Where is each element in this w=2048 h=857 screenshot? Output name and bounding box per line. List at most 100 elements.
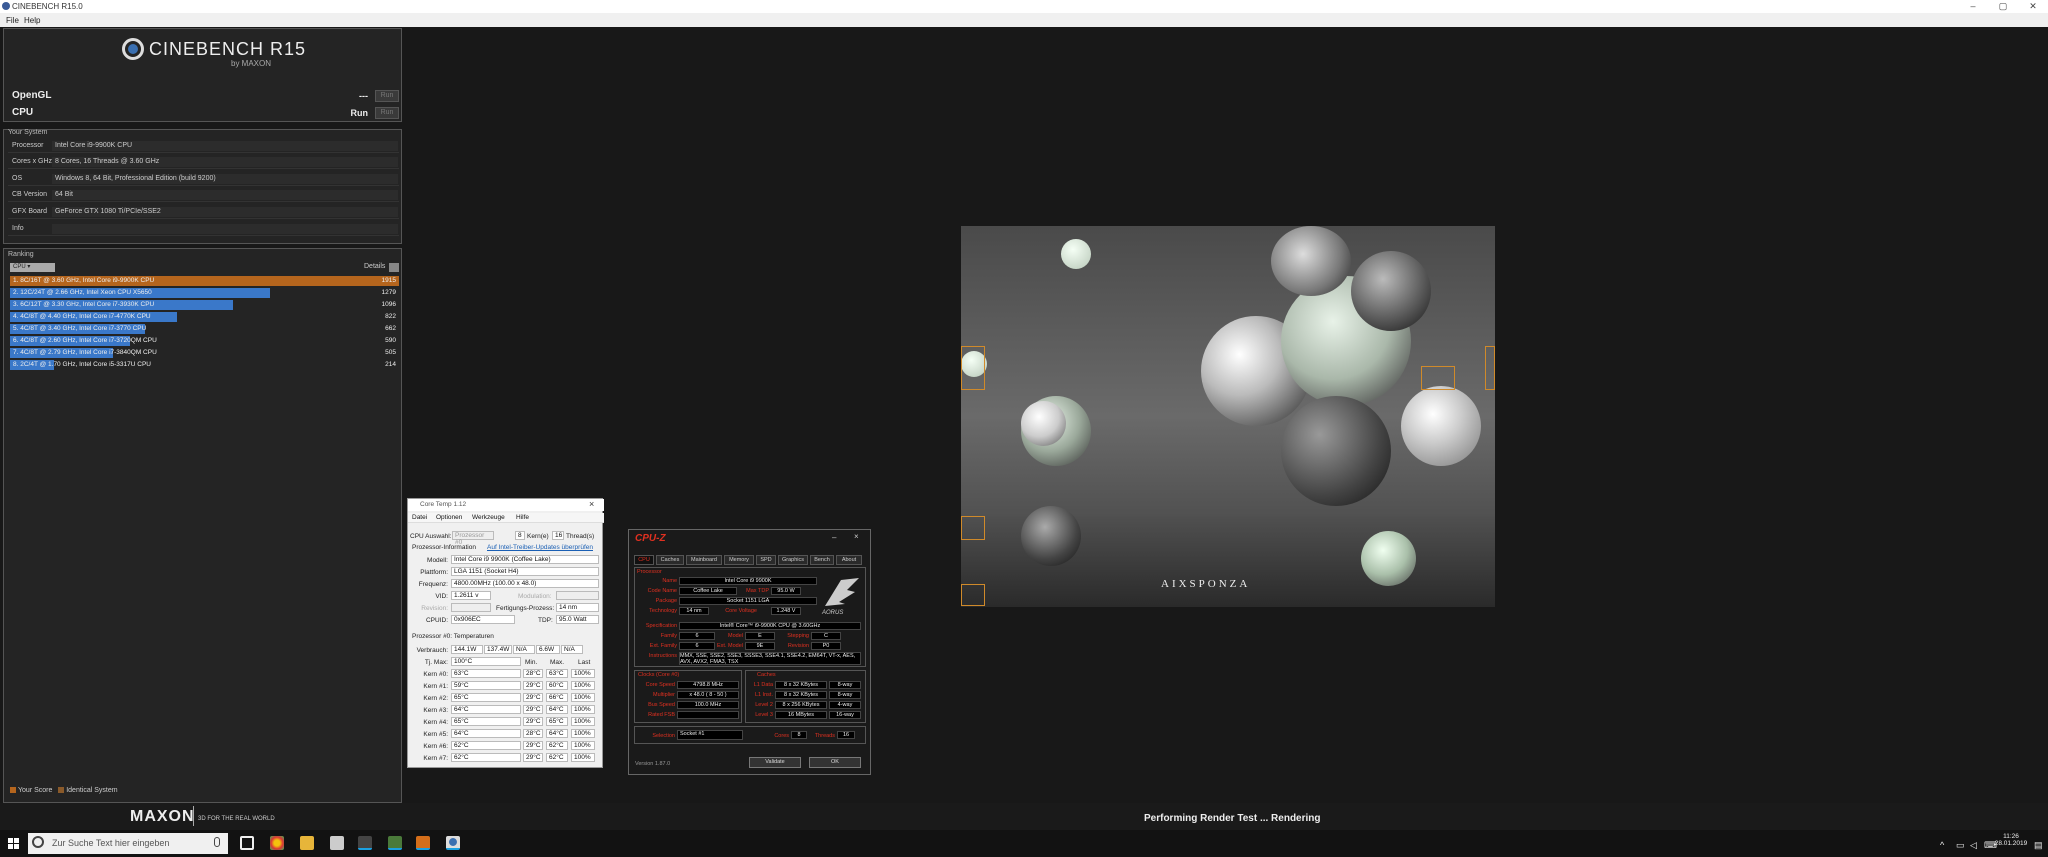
ranking-row[interactable]: 4. 4C/8T @ 4.40 GHz, Intel Core i7-4770K… <box>10 312 399 322</box>
system-row: CB Version 64 Bit <box>8 188 399 202</box>
tab-graphics[interactable]: Graphics <box>778 555 808 565</box>
store-icon[interactable] <box>330 836 344 850</box>
clock-date: 28.01.2019 <box>1994 840 2028 847</box>
microphone-icon[interactable] <box>214 837 220 847</box>
ranking-select-value: CPU <box>13 264 26 270</box>
coretemp-menu-optionen[interactable]: Optionen <box>436 514 462 521</box>
notification-icon[interactable]: ▤ <box>2034 840 2043 851</box>
extfamily-value: 6 <box>679 642 715 650</box>
minimize-button[interactable]: – <box>1958 0 1988 13</box>
system-info-field[interactable] <box>52 224 398 234</box>
core-name: Kern #4: <box>423 719 448 726</box>
logo-title: CINEBENCH R15 <box>149 39 307 59</box>
coretemp-taskbar-icon[interactable] <box>388 836 402 850</box>
windows-start-icon[interactable] <box>8 838 20 850</box>
core-name: Kern #1: <box>423 683 448 690</box>
opengl-run-button[interactable]: Run <box>375 90 399 102</box>
ranking-row[interactable]: 8. 2C/4T @ 1.70 GHz, Intel Core i5-3317U… <box>10 360 399 370</box>
busspeed-label: Bus Speed <box>648 702 675 708</box>
cpuz-close-icon[interactable]: × <box>854 532 859 541</box>
selection-dropdown[interactable]: Socket #1 <box>677 730 743 740</box>
ranking-row[interactable]: 3. 6C/12T @ 3.30 GHz, Intel Core i7-3930… <box>10 300 399 310</box>
network-icon[interactable]: ▭ <box>1956 840 1965 851</box>
tab-bench[interactable]: Bench <box>810 555 834 565</box>
cpuid-value: 0x906EC <box>451 615 515 624</box>
tab-about[interactable]: About <box>836 555 862 565</box>
chrome-icon[interactable] <box>270 836 284 850</box>
tab-cpu[interactable]: CPU <box>634 555 654 565</box>
ranking-row[interactable]: 1. 8C/16T @ 3.60 GHz, Intel Core i9-9900… <box>10 276 399 286</box>
tab-caches[interactable]: Caches <box>656 555 684 565</box>
cpu-select-dropdown[interactable]: Prozessor #0 <box>452 531 494 546</box>
ranking-select[interactable]: CPU ▾ <box>10 263 55 272</box>
core-load: 100% <box>571 729 595 738</box>
validate-button[interactable]: Validate <box>749 757 801 768</box>
ranking-row[interactable]: 6. 4C/8T @ 2.60 GHz, Intel Core i7-3720Q… <box>10 336 399 346</box>
ranking-score: 662 <box>385 325 396 332</box>
technology-label: Technology <box>649 608 677 614</box>
cinebench-taskbar-icon[interactable] <box>446 836 460 850</box>
header-max: Max. <box>550 659 565 666</box>
tab-spd[interactable]: SPD <box>756 555 776 565</box>
volume-icon[interactable]: ◁ <box>1970 840 1977 851</box>
tray-chevron-icon[interactable]: ^ <box>1940 840 1944 850</box>
ok-button[interactable]: OK <box>809 757 861 768</box>
core-max: 64°C <box>546 705 568 714</box>
coretemp-menu-datei[interactable]: Datei <box>412 514 427 521</box>
level2-value: 8 x 256 KBytes <box>775 701 827 709</box>
render-sphere <box>1361 531 1416 586</box>
close-button[interactable]: ✕ <box>2018 0 2048 13</box>
menu-file[interactable]: File <box>6 16 19 25</box>
cores-count: 8 <box>515 531 525 540</box>
coretemp-menu-werkzeuge[interactable]: Werkzeuge <box>472 514 505 521</box>
clock[interactable]: 11:26 28.01.2019 <box>1990 833 2032 847</box>
maximize-button[interactable]: ▢ <box>1988 0 2018 13</box>
processor-title: Processor <box>637 569 662 575</box>
selection-label: Selection <box>652 733 675 739</box>
l1data-label: L1 Data <box>753 682 773 688</box>
ranking-score: 1915 <box>381 277 396 284</box>
coretemp-window: Core Temp 1.12 × Datei Optionen Werkzeug… <box>407 498 604 768</box>
package-label: Package <box>655 598 677 604</box>
cpuz-window: CPU-Z ‒ × CPU Caches Mainboard Memory SP… <box>628 529 871 775</box>
search-icon <box>32 836 44 848</box>
render-viewport: AIXSPONZA <box>961 226 1495 607</box>
core-min: 29°C <box>523 741 543 750</box>
ranking-row[interactable]: 5. 4C/8T @ 3.40 GHz, Intel Core i7-3770 … <box>10 324 399 334</box>
cpuz-minimize-icon[interactable]: ‒ <box>832 533 836 542</box>
tab-mainboard[interactable]: Mainboard <box>686 555 722 565</box>
system-value: Windows 8, 64 Bit, Professional Edition … <box>52 174 398 184</box>
coretemp-close-icon[interactable]: × <box>589 499 594 509</box>
ranking-label: 2. 12C/24T @ 2.66 GHz, Intel Xeon CPU X5… <box>13 289 152 296</box>
details-button[interactable] <box>389 263 399 272</box>
cpu-run-button[interactable]: Run <box>375 107 399 119</box>
coretemp-menu-hilfe[interactable]: Hilfe <box>516 514 529 521</box>
word-icon[interactable] <box>358 836 372 850</box>
title-bar: CINEBENCH R15.0 – ▢ ✕ <box>0 0 2048 13</box>
core-max: 64°C <box>546 729 568 738</box>
task-view-icon[interactable] <box>240 836 254 850</box>
system-key: Processor <box>12 142 44 149</box>
header-load: Last <box>578 659 591 666</box>
ranking-row[interactable]: 2. 12C/24T @ 2.66 GHz, Intel Xeon CPU X5… <box>10 288 399 298</box>
ranking-title: Ranking <box>8 251 34 258</box>
menu-help[interactable]: Help <box>24 16 40 25</box>
power-value: N/A <box>513 645 535 654</box>
ranking-row[interactable]: 7. 4C/8T @ 2.79 GHz, Intel Core i7-3840Q… <box>10 348 399 358</box>
file-explorer-icon[interactable] <box>300 836 314 850</box>
maxon-footer <box>0 803 2048 830</box>
power-value: 144.1W <box>451 645 483 654</box>
cpuz-taskbar-icon[interactable] <box>416 836 430 850</box>
core-max: 63°C <box>546 669 568 678</box>
render-sphere <box>1021 506 1081 566</box>
details-label: Details <box>364 263 386 270</box>
stepping-value: C <box>811 632 841 640</box>
core-temp: 59°C <box>451 681 521 690</box>
driver-update-link[interactable]: Auf Intel-Treiber-Updates überprüfen <box>487 544 593 551</box>
instructions-label: Instructions <box>648 653 677 659</box>
tab-memory[interactable]: Memory <box>724 555 754 565</box>
cinebench-app-icon <box>2 2 10 10</box>
extmodel-value: 9E <box>745 642 775 650</box>
taskbar-search-box[interactable]: Zur Suche Text hier eingeben <box>28 833 228 854</box>
model-value: E <box>745 632 775 640</box>
